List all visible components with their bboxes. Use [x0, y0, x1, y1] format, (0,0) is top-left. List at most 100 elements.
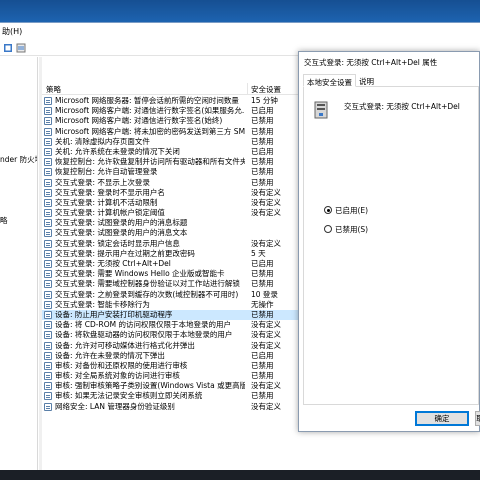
policy-icon — [44, 209, 52, 218]
tab-explain[interactable]: 说明 — [356, 74, 377, 87]
policy-icon — [44, 137, 52, 146]
menu-help[interactable]: 助(H) — [2, 26, 22, 37]
policy-setting: 没有定义 — [251, 208, 281, 218]
tree-item-policy[interactable]: 略 — [0, 215, 8, 226]
policy-setting: 已启用 — [251, 106, 274, 116]
policy-name: 交互式登录: 计算机不活动限制 — [55, 197, 158, 207]
policy-name: 交互式登录: 需要域控制器身份验证以对工作站进行解锁 — [55, 279, 240, 289]
policy-icon — [44, 97, 52, 105]
policy-setting: 已启用 — [251, 259, 274, 268]
properties-dialog: 交互式登录: 无须按 Ctrl+Alt+Del 属性 本地安全设置 说明 交互式… — [298, 51, 480, 432]
policy-name: 审核: 强制审核策略子类别设置(Windows Vista 或更高版本... — [55, 381, 245, 391]
policy-setting: 已禁用 — [251, 177, 274, 187]
policy-icon — [44, 310, 52, 319]
cancel-button[interactable]: 取 — [475, 411, 480, 426]
policy-name: Microsoft 网络客户端: 将未加密的密码发送到第三方 SMB... — [55, 126, 245, 136]
tab-content: 交互式登录: 无须按 Ctrl+Alt+Del 已启用(E) 已禁用(S) — [303, 87, 479, 405]
policy-setting: 已禁用 — [251, 136, 274, 146]
policy-name: 关机: 清除虚拟内存页面文件 — [55, 136, 150, 146]
policy-icon — [44, 260, 52, 268]
ok-button[interactable]: 确定 — [415, 411, 469, 426]
policy-setting: 没有定义 — [251, 381, 281, 391]
policy-icon — [44, 198, 52, 207]
policy-name: 审核: 如果无法记录安全审核则立即关闭系统 — [55, 391, 203, 401]
policy-setting: 没有定义 — [251, 340, 281, 350]
policy-name: Microsoft 网络客户端: 对通信进行数字签名(如果服务允... — [55, 106, 245, 116]
policy-setting: 没有定义 — [251, 187, 281, 197]
policy-setting: 已禁用 — [251, 279, 274, 289]
column-header-policy[interactable]: 策略 — [46, 84, 61, 95]
policy-name: 设备: 防止用户安装打印机驱动程序 — [55, 309, 173, 319]
radio-enabled-label: 已启用(E) — [335, 206, 369, 215]
policy-setting: 没有定义 — [251, 197, 281, 207]
policy-icon — [44, 331, 52, 340]
policy-name: 审核: 对全局系统对象的访问进行审核 — [55, 371, 180, 381]
policy-setting: 已启用 — [251, 146, 274, 156]
policy-name-label: 交互式登录: 无须按 Ctrl+Alt+Del — [344, 102, 460, 111]
policy-icon — [44, 147, 52, 156]
policy-setting: 已禁用 — [251, 269, 274, 279]
policy-setting: 已启用 — [251, 350, 274, 360]
policy-setting: 已禁用 — [251, 126, 274, 136]
policy-setting: 无操作 — [251, 299, 274, 309]
policy-name: 交互式登录: 锁定会话时显示用户信息 — [55, 238, 180, 248]
policy-icon — [44, 158, 52, 167]
policy-setting: 已禁用 — [251, 391, 274, 401]
policy-setting: 没有定义 — [251, 320, 281, 330]
radio-enabled[interactable]: 已启用(E) — [324, 205, 368, 216]
policy-icon — [44, 117, 52, 126]
policy-icon — [44, 168, 52, 177]
policy-name: 交互式登录: 登录时不显示用户名 — [55, 187, 165, 197]
column-separator[interactable] — [247, 83, 248, 95]
policy-icon — [44, 321, 52, 330]
policy-name: 交互式登录: 智能卡移除行为 — [55, 299, 150, 309]
policy-icon — [44, 270, 52, 279]
policy-icon — [44, 219, 52, 228]
dialog-tabs: 本地安全设置 说明 — [303, 73, 479, 87]
policy-setting: 15 分钟 — [251, 96, 278, 105]
help-book-icon[interactable] — [3, 43, 13, 53]
policy-setting: 10 登录 — [251, 289, 278, 299]
policy-setting: 5 天 — [251, 248, 266, 258]
policy-name: 交互式登录: 不显示上次登录 — [55, 177, 150, 187]
policy-setting: 已禁用 — [251, 309, 274, 319]
policy-icon — [44, 372, 52, 381]
policy-name: 设备: 允许对可移动媒体进行格式化并弹出 — [55, 340, 195, 350]
policy-setting: 没有定义 — [251, 401, 281, 411]
policy-name: 交互式登录: 试图登录的用户的消息标题 — [55, 218, 188, 228]
policy-name: 关机: 允许系统在未登录的情况下关闭 — [55, 146, 180, 156]
radio-disabled-label: 已禁用(S) — [335, 225, 369, 234]
policy-icon — [44, 361, 52, 370]
radio-disabled[interactable]: 已禁用(S) — [324, 224, 368, 235]
policy-name: 网络安全: LAN 管理器身份验证级别 — [55, 401, 175, 411]
policy-name: 交互式登录: 无须按 Ctrl+Alt+Del — [55, 259, 171, 268]
policy-setting: 已禁用 — [251, 167, 274, 177]
policy-name: 恢复控制台: 允许软盘复制并访问所有驱动器和所有文件夹 — [55, 157, 245, 167]
policy-icon — [44, 127, 52, 136]
radio-disabled-indicator[interactable] — [324, 225, 332, 233]
policy-icon — [44, 300, 52, 309]
tab-local-security-setting[interactable]: 本地安全设置 — [303, 74, 356, 87]
radio-enabled-indicator[interactable] — [324, 206, 332, 214]
policy-icon — [44, 290, 52, 299]
policy-icon — [44, 229, 52, 238]
column-header-setting[interactable]: 安全设置 — [251, 84, 281, 95]
policy-name: 交互式登录: 试图登录的用户的消息文本 — [55, 228, 188, 238]
policy-icon — [44, 351, 52, 360]
policy-icon — [44, 188, 52, 197]
policy-icon — [44, 178, 52, 187]
policy-setting: 没有定义 — [251, 238, 281, 248]
policy-name: 审核: 对备份和还原权限的使用进行审核 — [55, 360, 188, 370]
policy-icon — [44, 402, 52, 411]
policy-name: 设备: 允许在未登录的情况下弹出 — [55, 350, 165, 360]
policy-icon — [44, 382, 52, 391]
policy-name: 交互式登录: 提示用户在过期之前更改密码 — [55, 248, 195, 258]
menu-bar: 助(H) — [0, 23, 480, 40]
policy-name: 设备: 将 CD-ROM 的访问权限仅限于本地登录的用户 — [55, 320, 231, 330]
policy-name: Microsoft 网络服务器: 暂停会话前所需的空闲时间数量 — [55, 96, 239, 105]
properties-icon[interactable] — [16, 43, 26, 53]
policy-icon — [44, 392, 52, 401]
tree-item-firewall[interactable]: nder 防火墙 — [0, 154, 37, 165]
tree-pane[interactable]: nder 防火墙 略 — [0, 57, 38, 471]
policy-name: Microsoft 网络客户端: 对通信进行数字签名(始终) — [55, 116, 223, 126]
